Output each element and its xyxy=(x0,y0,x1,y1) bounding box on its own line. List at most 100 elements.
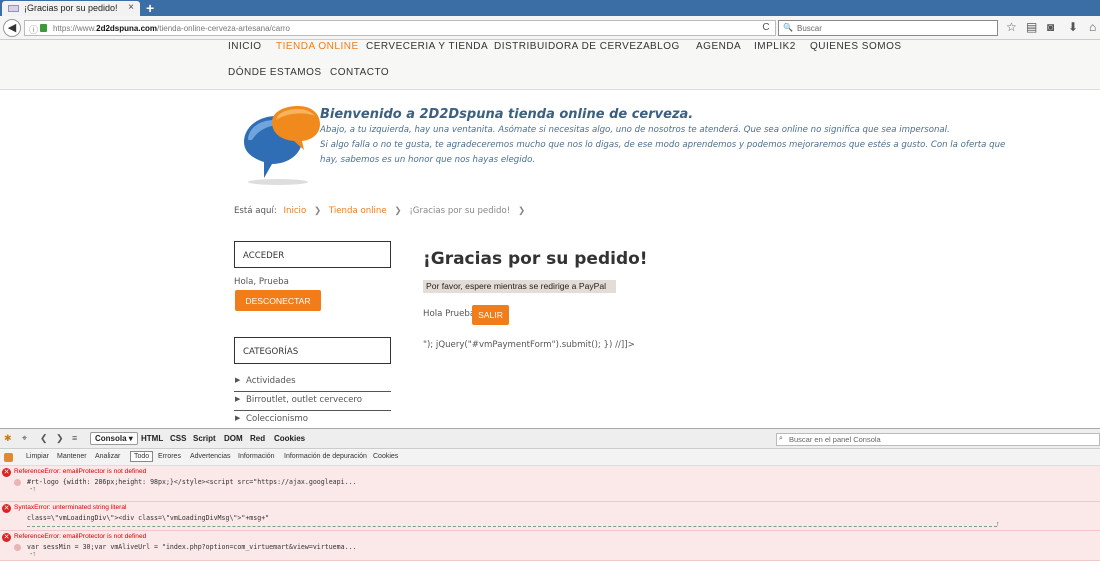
favicon-icon xyxy=(8,5,19,12)
categorias-heading: CATEGORÍAS xyxy=(234,337,391,364)
filter-todo[interactable]: Todo xyxy=(130,451,154,462)
bookmark-star-icon[interactable]: ☆ xyxy=(1006,20,1017,34)
category-item-birroutlet[interactable]: ▶ Birroutlet, outlet cervecero xyxy=(234,392,391,411)
error-message: ReferenceError: emailProtector is not de… xyxy=(14,533,147,540)
firebug-icon[interactable]: ✱ xyxy=(4,433,12,444)
error-icon: ✕ xyxy=(2,504,11,513)
logout-button[interactable]: DESCONECTAR xyxy=(235,290,321,311)
back-icon[interactable]: ❮ xyxy=(40,433,48,444)
leaked-script-text: "); jQuery("#vmPaymentForm").submit(); }… xyxy=(423,340,635,350)
url-bar[interactable]: ⓘ https://www.2d2dspuna.com/tienda-onlin… xyxy=(24,20,776,36)
welcome-line-3: hay, sabemos es un honor que nos hayas e… xyxy=(320,155,536,165)
browser-tab[interactable]: ¡Gracias por su pedido! × xyxy=(2,1,140,16)
menu-item-quienes-somos[interactable]: QUIENES SOMOS xyxy=(810,41,902,52)
chevron-right-icon: ❯ xyxy=(394,206,402,216)
inspect-icon[interactable]: ⌖ xyxy=(22,433,27,444)
filter-depuracion[interactable]: Información de depuración xyxy=(284,453,367,460)
console-search-placeholder: Buscar en el panel Consola xyxy=(789,435,881,444)
error-code: var sessMin = 30;var vmAliveUrl = "index… xyxy=(27,543,357,551)
welcome-line-2: Si algo falla o no te gusta, te agradece… xyxy=(320,140,1006,150)
tab-cookies[interactable]: Cookies xyxy=(274,434,305,443)
category-label: Coleccionismo xyxy=(246,414,308,424)
tab-red[interactable]: Red xyxy=(250,434,265,443)
error-message: SyntaxError: unterminated string literal xyxy=(14,504,127,511)
menu-item-blog[interactable]: BLOG xyxy=(650,41,680,52)
console-error-row[interactable]: ✕ SyntaxError: unterminated string liter… xyxy=(0,502,1100,531)
browser-tab-strip: ¡Gracias por su pedido! × + xyxy=(0,0,1100,16)
back-button[interactable]: ◀ xyxy=(3,19,21,37)
caret-right-icon: ▶ xyxy=(235,376,241,384)
salir-button[interactable]: SALIR xyxy=(472,305,509,325)
navigation-bar: ◀ ⓘ https://www.2d2dspuna.com/tienda-onl… xyxy=(0,16,1100,40)
tab-css[interactable]: CSS xyxy=(170,434,186,443)
filter-cookies[interactable]: Cookies xyxy=(373,453,398,460)
chat-bubbles-icon xyxy=(244,106,320,185)
greeting-text: Hola, Prueba xyxy=(234,277,289,287)
download-icon[interactable]: ⬇ xyxy=(1068,20,1078,34)
welcome-title: Bienvenido a 2D2Dspuna tienda online de … xyxy=(320,107,694,122)
search-input[interactable]: 🔍 Buscar xyxy=(778,20,998,36)
console-error-row[interactable]: ✕ ReferenceError: emailProtector is not … xyxy=(0,531,1100,561)
greeting-text-main: Hola Prueba xyxy=(423,309,476,319)
category-item-actividades[interactable]: ▶ Actividades xyxy=(234,373,391,392)
breadcrumb-prefix: Está aquí: xyxy=(234,206,277,216)
error-icon: ✕ xyxy=(2,468,11,477)
info-icon[interactable]: ⓘ xyxy=(29,23,38,36)
tab-consola[interactable]: Consola ▾ xyxy=(90,432,138,445)
main-menu: INICIO TIENDA ONLINE CERVECERIA Y TIENDA… xyxy=(0,40,1100,90)
console-search-input[interactable]: ⌕ Buscar en el panel Consola xyxy=(776,433,1100,446)
error-code: #rt-logo {width: 286px;height: 98px;}</s… xyxy=(27,478,357,486)
welcome-line-1: Abajo, a tu izquierda, hay una ventanita… xyxy=(320,125,950,135)
error-underline xyxy=(27,526,997,527)
tab-script[interactable]: Script xyxy=(193,434,216,443)
menu-item-distribuidora[interactable]: DISTRIBUIDORA DE CERVEZA xyxy=(494,41,650,52)
page-content: INICIO TIENDA ONLINE CERVECERIA Y TIENDA… xyxy=(0,40,1100,428)
new-tab-button[interactable]: + xyxy=(146,0,154,16)
menu-item-agenda[interactable]: AGENDA xyxy=(696,41,741,52)
menu-item-implik2[interactable]: IMPLIK2 xyxy=(754,41,796,52)
filter-limpiar[interactable]: Limpiar xyxy=(26,453,49,460)
forward-icon[interactable]: ❯ xyxy=(56,433,64,444)
url-domain: 2d2dspuna.com xyxy=(96,24,158,33)
page-title: ¡Gracias por su pedido! xyxy=(423,249,648,269)
filter-mantener[interactable]: Mantener xyxy=(57,453,87,460)
home-icon[interactable]: ⌂ xyxy=(1089,20,1096,34)
menu-item-inicio[interactable]: INICIO xyxy=(228,41,262,52)
menu-item-cerveceria[interactable]: CERVECERIA Y TIENDA xyxy=(366,41,488,52)
search-placeholder: Buscar xyxy=(797,24,822,33)
close-tab-icon[interactable]: × xyxy=(128,2,134,13)
caret-right-icon: ▶ xyxy=(235,395,241,403)
arrow-up-icon: -↑ xyxy=(30,551,36,558)
url-path: /tienda-online-cerveza-artesana/carro xyxy=(157,24,290,33)
breadcrumb-current: ¡Gracias por su pedido! xyxy=(409,206,511,216)
bullet-icon xyxy=(14,544,21,551)
filter-analizar[interactable]: Analizar xyxy=(95,453,120,460)
filter-advertencias[interactable]: Advertencias xyxy=(190,453,230,460)
reading-list-icon[interactable]: ▤ xyxy=(1026,20,1037,34)
acceder-heading: ACCEDER xyxy=(234,241,391,268)
redirect-message: Por favor, espere mientras se redirige a… xyxy=(423,280,616,293)
category-label: Actividades xyxy=(246,376,296,386)
filter-errores[interactable]: Errores xyxy=(158,453,181,460)
pocket-icon[interactable]: ◙ xyxy=(1047,20,1054,34)
console-error-row[interactable]: ✕ ReferenceError: emailProtector is not … xyxy=(0,466,1100,502)
search-icon: 🔍 xyxy=(783,23,793,32)
bullet-icon xyxy=(14,479,21,486)
devtools-toolbar: ✱ ⌖ ❮ ❯ ≡ Consola ▾ HTML CSS Script DOM … xyxy=(0,429,1100,449)
clear-console-icon[interactable] xyxy=(4,453,13,462)
breadcrumb-inicio[interactable]: Inicio xyxy=(283,206,306,216)
error-icon: ✕ xyxy=(2,533,11,542)
filter-informacion[interactable]: Información xyxy=(238,453,275,460)
command-line-icon[interactable]: ≡ xyxy=(72,433,77,443)
chevron-right-icon: ❯ xyxy=(517,206,526,216)
breadcrumb-tienda-online[interactable]: Tienda online xyxy=(329,206,387,216)
tab-html[interactable]: HTML xyxy=(141,434,163,443)
menu-item-donde-estamos[interactable]: DÓNDE ESTAMOS xyxy=(228,67,322,78)
reload-button[interactable]: C xyxy=(758,20,774,36)
console-filter-bar: Limpiar Mantener Analizar Todo Errores A… xyxy=(0,450,1100,466)
menu-item-contacto[interactable]: CONTACTO xyxy=(330,67,389,78)
url-prefix: https://www. xyxy=(53,24,97,33)
arrow-up-icon: -↑ xyxy=(30,486,36,493)
tab-dom[interactable]: DOM xyxy=(224,434,243,443)
menu-item-tienda-online[interactable]: TIENDA ONLINE xyxy=(276,41,359,52)
